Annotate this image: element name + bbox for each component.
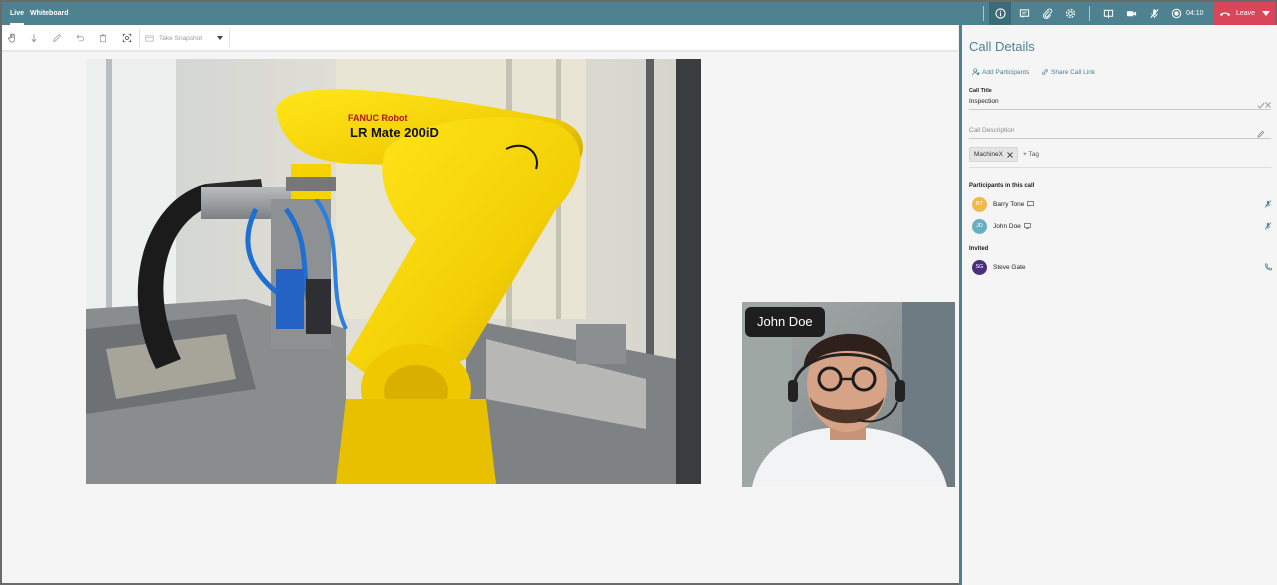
participant-name: John Doe [993,222,1021,230]
info-icon[interactable] [989,2,1011,25]
participant-name-tag: John Doe [745,307,825,337]
screen-share-icon[interactable] [1097,2,1119,25]
chevron-down-icon[interactable] [1262,11,1270,16]
add-tag-button[interactable]: + Tag [1023,151,1039,158]
call-title-label: Call Title [969,88,992,94]
close-icon[interactable] [1007,151,1013,158]
check-icon[interactable] [1257,102,1265,109]
participant-video-tile[interactable]: John Doe [742,302,955,487]
share-call-link-label: Share Call Link [1051,68,1096,76]
invited-name: Steve Gate [993,263,1026,271]
invited-heading: Invited [969,246,989,252]
tab-live[interactable]: Live [10,2,25,25]
settings-icon[interactable] [1059,2,1081,25]
arrow-down-icon[interactable] [27,31,41,45]
avatar: JD [972,218,987,234]
add-user-icon [972,68,980,76]
chat-icon[interactable] [1013,2,1035,25]
share-call-link[interactable]: Share Call Link [1041,68,1095,76]
toolbar-divider [229,29,230,47]
add-participants-link[interactable]: Add Participants [972,68,1029,76]
participant-row: JD John Doe [969,217,1272,235]
phone-icon[interactable] [1264,263,1272,271]
leave-label: Leave [1236,10,1256,17]
trash-icon[interactable] [96,31,110,45]
mic-muted-icon[interactable] [1264,200,1272,208]
undo-icon[interactable] [73,31,87,45]
participants-heading: Participants in this call [969,183,1035,189]
participant-row: BT Barry Tone [969,195,1272,213]
invited-row: SG Steve Gate [969,258,1272,276]
pen-icon[interactable] [50,31,64,45]
header-divider [1089,6,1090,21]
tag-chip: MachineX [969,147,1018,162]
app-frame: Live Whiteboard 04:10 Leave Take Snapsho… [0,0,1277,585]
hangup-phone-icon [1219,12,1231,16]
call-title-underline [969,109,1271,110]
call-description-underline [969,138,1271,139]
add-participants-label: Add Participants [982,68,1030,76]
chevron-down-icon[interactable] [217,36,223,40]
toolbar-divider [139,29,140,47]
annotation-toolbar: Take Snapshot [2,25,958,51]
chat-bubble-icon [1027,201,1035,207]
robot-brand-label: FANUC Robot [348,113,408,123]
record-icon[interactable] [1165,2,1187,25]
close-icon[interactable] [1265,102,1271,108]
participant-name: Barry Tone [993,200,1025,208]
section-divider [969,167,1271,168]
leave-button[interactable]: Leave [1213,2,1275,25]
focus-icon[interactable] [120,31,134,45]
header-divider [983,6,984,21]
link-icon [1042,69,1048,75]
tab-whiteboard[interactable]: Whiteboard [30,2,69,25]
hand-icon[interactable] [5,31,19,45]
avatar: SG [972,259,987,275]
robot-arm-image: FANUC Robot LR Mate 200iD [86,59,701,484]
call-title-input[interactable]: Inspection [969,98,999,105]
mic-muted-icon[interactable] [1264,222,1272,230]
panel-title: Call Details [969,39,1035,54]
take-snapshot-button[interactable]: Take Snapshot [145,31,202,45]
take-snapshot-label: Take Snapshot [159,34,203,42]
camera-icon[interactable] [1120,2,1142,25]
monitor-icon [1023,223,1031,229]
mic-muted-icon[interactable] [1143,2,1165,25]
attachment-icon[interactable] [1036,2,1058,25]
pencil-icon[interactable] [1257,130,1265,138]
top-bar: Live Whiteboard 04:10 Leave [2,2,1275,25]
tag-chip-label: MachineX [974,151,1003,158]
robot-model-label: LR Mate 200iD [350,125,439,140]
call-details-panel: Call Details Add Participants Share Call… [962,25,1277,585]
avatar: BT [972,196,987,212]
call-timer: 04:10 [1186,10,1204,17]
call-description-input[interactable]: Call Description [969,127,1015,134]
snapshot-icon [145,35,154,41]
